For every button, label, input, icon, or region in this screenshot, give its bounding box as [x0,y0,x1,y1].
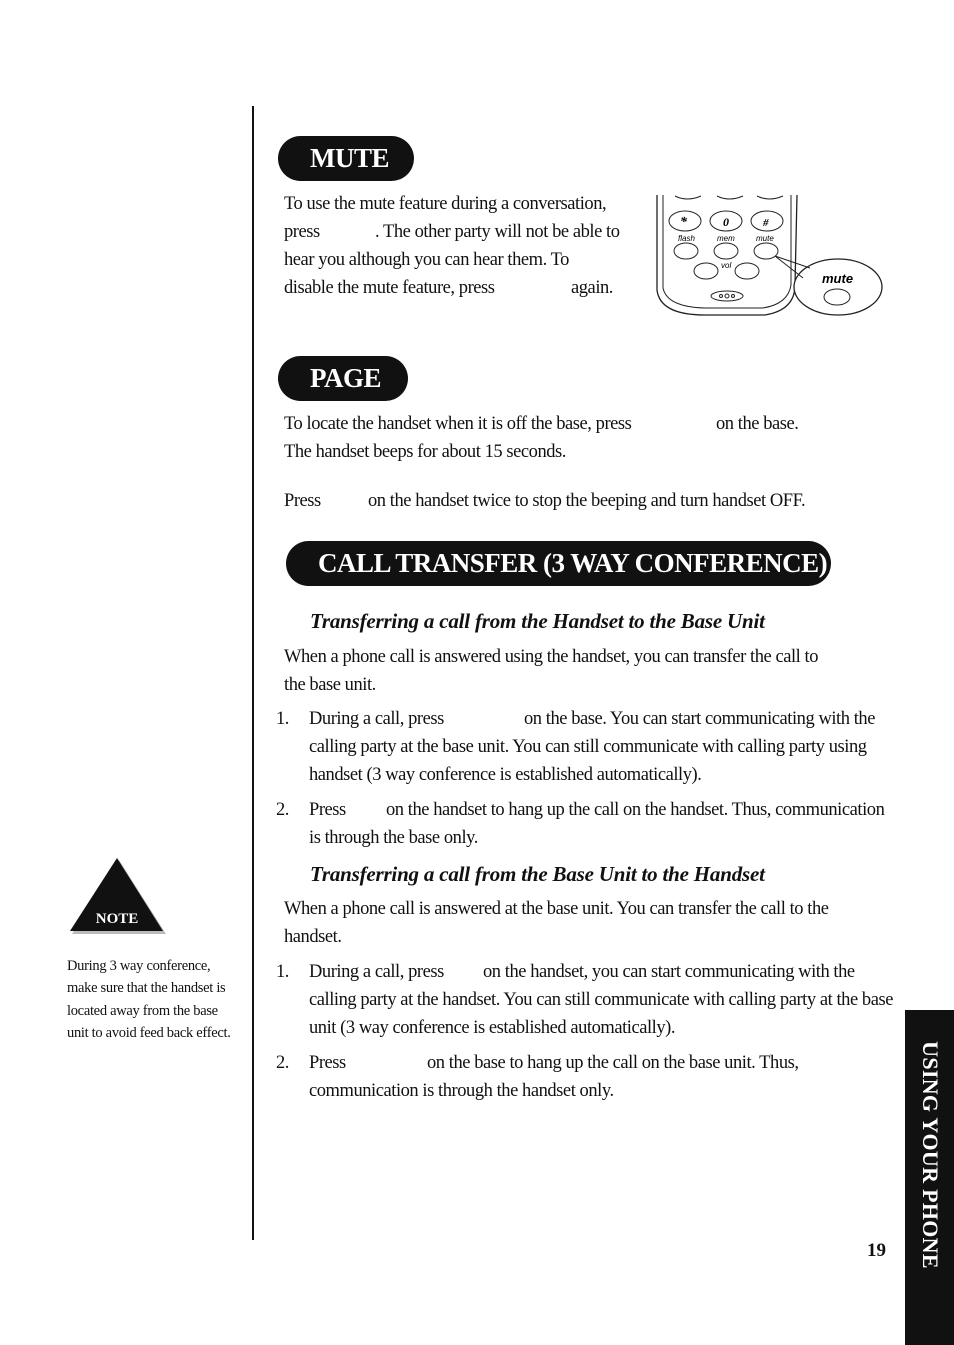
page-heading: PAGE [278,356,408,401]
transfer-text: the base unit. [284,675,376,695]
page-text: on the handset twice to stop the beeping… [368,491,806,511]
step-text: Press [309,1053,346,1073]
step-text: on the handset, you can start communicat… [483,962,855,982]
step-text: calling party at the base unit. You can … [309,737,867,757]
page-number: 19 [867,1240,886,1261]
subheading-handset-to-base: Transferring a call from the Handset to … [310,609,765,633]
step-text: calling party at the handset. You can st… [309,990,893,1010]
step-text: is through the base only. [309,828,478,848]
label-mute: mute [756,234,774,243]
column-divider [252,106,254,1240]
page-text: The handset beeps for about 15 seconds. [284,442,566,462]
mute-text: hear you although you can hear them. To [284,250,569,270]
callout-mute-label: mute [822,271,853,286]
note-label: NOTE [96,911,139,927]
subheading-base-to-handset: Transferring a call from the Base Unit t… [310,862,765,886]
step-text: on the base to hang up the call on the b… [427,1053,799,1073]
key-zero: 0 [723,215,729,229]
mute-text: . The other party will not be able to [375,222,620,242]
mute-text: press [284,222,320,242]
step-text: on the base. You can start communicating… [524,709,875,729]
page-text: on the base. [716,414,799,434]
note-text: make sure that the handset is [67,980,226,996]
step-text: on the handset to hang up the call on th… [386,800,885,820]
key-star: * [680,215,688,230]
step-text: Press [309,800,346,820]
note-text: located away from the base [67,1003,218,1019]
note-text: unit to avoid feed back effect. [67,1025,231,1041]
step-text: handset (3 way conference is established… [309,765,702,785]
section-tab-label: USING YOUR PHONE [917,1041,943,1269]
mute-text: To use the mute feature during a convers… [284,194,607,214]
label-vol: vol [721,261,731,270]
step-number: 1. [276,962,289,982]
mute-text: disable the mute feature, press [284,278,495,298]
page-text: To locate the handset when it is off the… [284,414,632,434]
step-number: 2. [276,1053,289,1073]
call-transfer-heading: CALL TRANSFER (3 WAY CONFERENCE) [286,541,831,586]
page-text: Press [284,491,321,511]
transfer-text: handset. [284,927,342,947]
label-mem: mem [717,234,735,243]
mute-text: again. [571,278,613,298]
transfer-text: When a phone call is answered using the … [284,647,819,667]
note-triangle-icon: NOTE [70,858,166,934]
step-text: During a call, press [309,709,444,729]
mute-heading: MUTE [278,136,414,181]
transfer-text: When a phone call is answered at the bas… [284,899,829,919]
step-text: communication is through the handset onl… [309,1081,614,1101]
handset-keypad-illustration: * 0 # flash mem mute vol mute [656,194,883,316]
step-text: unit (3 way conference is established au… [309,1018,676,1038]
step-text: During a call, press [309,962,444,982]
label-flash: flash [678,234,695,243]
key-hash: # [762,217,769,229]
note-text: During 3 way conference, [67,958,211,974]
step-number: 1. [276,709,289,729]
step-number: 2. [276,800,289,820]
manual-page: MUTE To use the mute feature during a co… [0,0,954,1345]
